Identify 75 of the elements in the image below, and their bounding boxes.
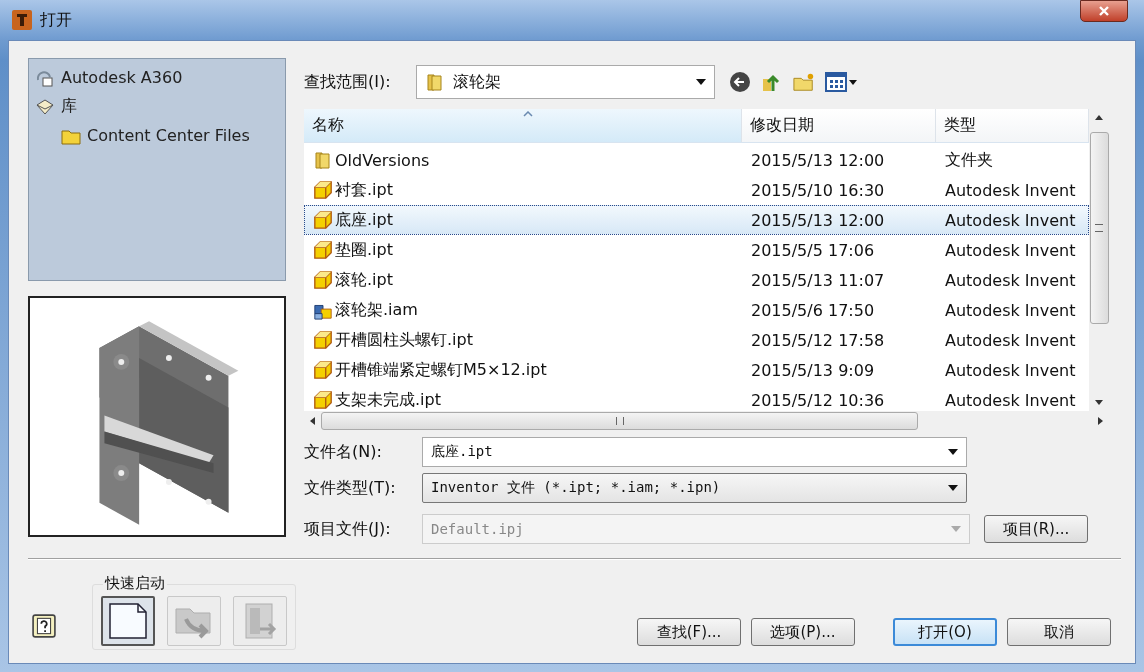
new-file-icon xyxy=(106,601,150,641)
file-name-label: 文件名(N): xyxy=(304,441,383,463)
file-row[interactable]: 垫圈.ipt 2015/5/5 17:06 Autodesk Invent xyxy=(304,235,1089,265)
file-type: Autodesk Invent xyxy=(945,360,1076,380)
cube-icon xyxy=(313,390,333,410)
cube-icon xyxy=(313,360,333,380)
cube-icon xyxy=(313,210,333,230)
folder-icon xyxy=(313,150,333,170)
file-type-dropdown[interactable]: Inventor 文件 (*.ipt; *.iam; *.ipn) xyxy=(422,473,967,503)
file-row[interactable]: OldVersions 2015/5/13 12:00 文件夹 xyxy=(304,145,1089,175)
file-type: Autodesk Invent xyxy=(945,390,1076,410)
file-name: 开槽圆柱头螺钉.ipt xyxy=(335,329,473,351)
file-type: Autodesk Invent xyxy=(945,300,1076,320)
column-header[interactable]: 类型 xyxy=(936,109,1089,142)
modified-date: 2015/5/12 10:36 xyxy=(751,390,885,410)
project-button[interactable]: 项目(R)... xyxy=(984,515,1088,543)
cube-icon xyxy=(313,240,333,260)
modified-date: 2015/5/13 12:00 xyxy=(751,150,885,170)
file-type: Autodesk Invent xyxy=(945,180,1076,200)
file-type: Autodesk Invent xyxy=(945,270,1076,290)
file-row[interactable]: 底座.ipt 2015/5/13 12:00 Autodesk Invent xyxy=(304,205,1089,235)
dialog-button[interactable]: 选项(P)... xyxy=(751,618,855,646)
quick-launch-button[interactable] xyxy=(101,596,155,646)
file-row[interactable]: 支架未完成.ipt 2015/5/12 10:36 Autodesk Invent xyxy=(304,385,1089,415)
project-file-label: 项目文件(J): xyxy=(304,518,392,540)
file-type: Autodesk Invent xyxy=(945,330,1076,350)
look-in-dropdown[interactable]: 滚轮架 xyxy=(416,65,715,99)
file-name: 垫圈.ipt xyxy=(335,239,393,261)
file-name: 滚轮.ipt xyxy=(335,269,393,291)
cube-icon xyxy=(313,270,333,290)
file-name: 滚轮架.iam xyxy=(335,299,418,321)
window-title: 打开 xyxy=(40,9,72,31)
file-type: Autodesk Invent xyxy=(945,240,1076,260)
file-row[interactable]: 滚轮.ipt 2015/5/13 11:07 Autodesk Invent xyxy=(304,265,1089,295)
file-row[interactable]: 开槽圆柱头螺钉.ipt 2015/5/12 17:58 Autodesk Invent xyxy=(304,325,1089,355)
file-row[interactable]: 衬套.ipt 2015/5/10 16:30 Autodesk Invent xyxy=(304,175,1089,205)
column-header[interactable]: 修改日期 xyxy=(742,109,936,142)
column-header[interactable]: 名称 xyxy=(304,109,742,142)
cube-icon xyxy=(313,330,333,350)
back-icon[interactable] xyxy=(729,71,751,93)
quick-launch-title: 快速启动 xyxy=(103,575,167,591)
dialog-button[interactable]: 打开(O) xyxy=(893,618,997,646)
file-name: 支架未完成.ipt xyxy=(335,389,441,411)
modified-date: 2015/5/5 17:06 xyxy=(751,240,875,260)
file-type: Autodesk Invent xyxy=(945,210,1076,230)
modified-date: 2015/5/13 12:00 xyxy=(751,210,885,230)
new-folder-icon[interactable] xyxy=(793,71,815,93)
grid-view-icon xyxy=(825,72,847,92)
modified-date: 2015/5/10 16:30 xyxy=(751,180,885,200)
view-menu-button[interactable] xyxy=(825,72,857,92)
file-name-field[interactable]: 底座.ipt xyxy=(422,437,967,467)
modified-date: 2015/5/13 11:07 xyxy=(751,270,885,290)
close-button[interactable] xyxy=(1080,0,1128,22)
place-item[interactable]: Content Center Files xyxy=(29,121,285,150)
help-icon[interactable] xyxy=(32,614,56,638)
app-icon xyxy=(12,10,32,30)
file-name: 衬套.ipt xyxy=(335,179,393,201)
modified-date: 2015/5/12 17:58 xyxy=(751,330,885,350)
place-item[interactable]: 库 xyxy=(29,92,285,121)
modified-date: 2015/5/6 17:50 xyxy=(751,300,875,320)
folder-icon xyxy=(425,72,445,92)
cube-icon xyxy=(313,180,333,200)
modified-date: 2015/5/13 9:09 xyxy=(751,360,875,380)
place-item[interactable]: Autodesk A360 xyxy=(29,63,285,92)
look-in-label: 查找范围(I): xyxy=(304,71,392,93)
file-type: 文件夹 xyxy=(945,149,993,171)
dialog-button[interactable]: 查找(F)... xyxy=(637,618,741,646)
file-name: 开槽锥端紧定螺钉M5×12.ipt xyxy=(335,359,547,381)
close-icon xyxy=(1098,5,1110,17)
file-name: OldVersions xyxy=(335,150,430,170)
file-name: 底座.ipt xyxy=(335,209,393,231)
dialog-button[interactable]: 取消 xyxy=(1007,618,1111,646)
file-row[interactable]: 开槽锥端紧定螺钉M5×12.ipt 2015/5/13 9:09 Autodesk Invent xyxy=(304,355,1089,385)
file-row[interactable]: 滚轮架.iam 2015/5/6 17:50 Autodesk Invent xyxy=(304,295,1089,325)
file-type-label: 文件类型(T): xyxy=(304,477,397,499)
